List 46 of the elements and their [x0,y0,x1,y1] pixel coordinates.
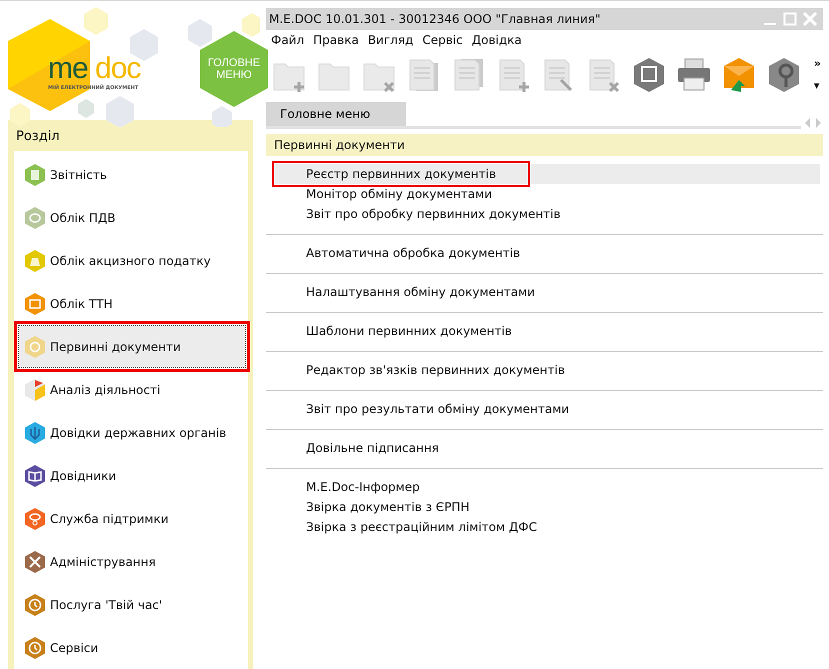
sidebar-item[interactable]: Звітність [18,153,246,196]
window-title: M.E.DOC 10.01.301 - 30012346 ООО "Главная линия" [269,12,602,26]
menu-link[interactable]: Довільне підписання [272,435,473,461]
scroll-right-icon[interactable] [815,117,823,129]
sidebar-item[interactable]: Сервіси [18,626,246,669]
truck-box-icon [23,292,47,316]
sidebar-item[interactable]: Послуга 'Твій час' [18,583,246,626]
logo-wordmark: me doc [48,53,140,85]
menu-item[interactable]: Довідка [472,33,522,47]
maximize-icon[interactable] [783,12,797,26]
clock-icon [23,636,47,660]
headset-icon [23,506,47,530]
menu-item[interactable]: Сервіс [422,33,463,47]
sidebar-item[interactable]: Служба підтримки [18,497,246,540]
menu-link[interactable]: Редактор зв'язків первинних документів [272,357,599,383]
cube-icon [23,378,47,402]
tools-icon [23,550,47,574]
book-icon [23,464,47,488]
toolbar-dropdown[interactable]: ▾ [814,80,821,92]
menu-link[interactable]: Шаблони первинних документів [272,318,546,344]
tab[interactable]: Головне меню [266,102,406,126]
sidebar-item[interactable]: Облік ПДВ [18,196,246,239]
sidebar-item[interactable]: Довідки державних органів [18,411,246,454]
trident-icon [23,420,47,444]
panel-title: Розділ [15,128,61,146]
menu-link[interactable]: Реєстр первинних документів [272,161,530,187]
sidebar-item[interactable]: Облік акцизного податку [18,239,246,282]
menu-link[interactable]: Звіт про результати обміну документами [272,396,604,422]
scroll-left-icon[interactable] [803,117,811,129]
menu-link[interactable]: Автоматична обробка документів [272,240,554,266]
sidebar-item[interactable]: Адміністрування [18,540,246,583]
sidebar-item[interactable]: Облік ТТН [18,282,246,325]
toolbar-overflow[interactable]: » [814,58,821,70]
menu-link[interactable]: Налаштування обміну документами [272,279,569,305]
menu-item[interactable]: Вигляд [368,33,414,47]
report-icon [23,162,47,186]
sidebar-item[interactable]: Довідники [18,454,246,497]
refresh-icon [23,334,47,358]
close-icon[interactable] [803,12,817,26]
menu-item[interactable]: Файл [271,33,304,47]
money-bag-icon [23,248,47,272]
section-title: Первинні документи [266,134,823,156]
menu-item[interactable]: Правка [313,33,359,47]
clock-icon [23,592,47,616]
sidebar-item[interactable]: Аналіз діяльності [18,368,246,411]
coin-icon [23,206,47,230]
